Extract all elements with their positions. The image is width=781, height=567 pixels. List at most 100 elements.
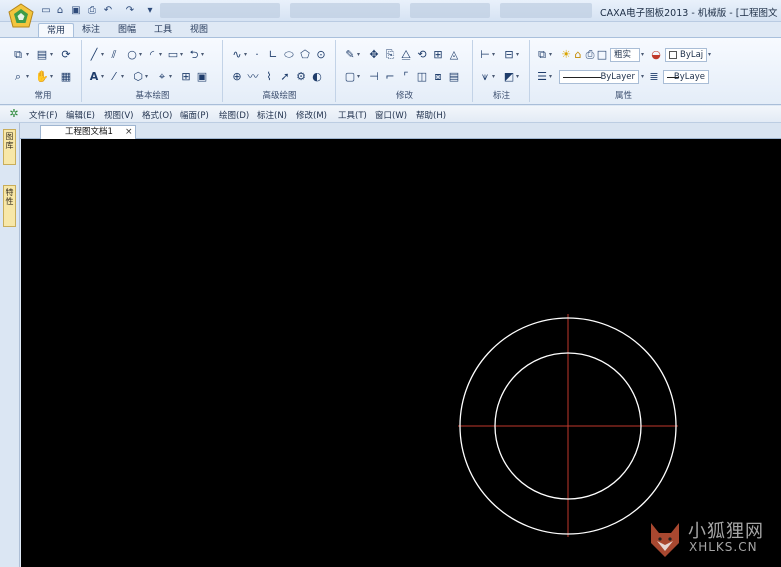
rotate-icon[interactable]: ⟲ — [415, 48, 429, 62]
copy-clip-icon[interactable]: ⧉ — [11, 48, 25, 62]
scale-icon[interactable]: ◬ — [447, 48, 461, 62]
ellipse-icon[interactable]: ⬭ — [282, 48, 296, 62]
color-combo[interactable]: ByLaj — [665, 48, 707, 62]
line-icon[interactable]: ╱ — [87, 48, 101, 62]
spline-icon[interactable]: ∿ — [230, 48, 244, 62]
hole-icon[interactable]: ⊕ — [230, 70, 244, 84]
drawing-canvas[interactable] — [21, 139, 781, 567]
image-icon[interactable]: ▣ — [195, 70, 209, 84]
linetype-icon[interactable]: ☰ — [535, 70, 549, 84]
save-icon[interactable]: ▣ — [70, 4, 82, 17]
document-tab[interactable]: 工程图文档1 × — [40, 125, 136, 139]
menu-modify[interactable]: 修改(M) — [296, 109, 327, 121]
blurred-region — [410, 3, 490, 18]
menu-help[interactable]: 帮助(H) — [416, 109, 446, 121]
refresh-icon[interactable]: ⟳ — [59, 48, 73, 62]
menu-file[interactable]: 文件(F) — [29, 109, 58, 121]
paste-icon[interactable]: ▤ — [35, 48, 49, 62]
tab-sheet[interactable]: 图幅 — [110, 23, 144, 38]
trim-icon[interactable]: ▢ — [343, 70, 357, 84]
window-title: CAXA电子图板2013 - 机械版 - [工程图文 — [600, 8, 778, 19]
menu-sheet[interactable]: 幅面(P) — [180, 109, 209, 121]
sidetab-library[interactable]: 图库 — [3, 129, 16, 165]
fox-logo-icon — [651, 523, 679, 557]
circle-icon[interactable]: ○ — [125, 48, 139, 62]
explode-icon[interactable]: ⧈ — [431, 70, 445, 84]
tolerance-icon[interactable]: ⊟ — [502, 48, 516, 62]
caxa-menu-icon[interactable]: ✲ — [7, 107, 21, 121]
centerline-icon[interactable]: ⁄ — [107, 70, 121, 84]
linewidth-sample — [667, 77, 679, 78]
group-properties: ⧉ ▾ ☀ ⌂ ⎙ □ 粗实 ▾ ◒ ByLaj ▾ ☰ ▾ ByLayer ▾ ≣… — [531, 40, 716, 102]
blurred-region — [160, 3, 280, 18]
layer-icon[interactable]: ⧉ — [535, 48, 549, 62]
array-icon[interactable]: ⊞ — [431, 48, 445, 62]
point-icon[interactable]: · — [250, 48, 264, 62]
caxa-logo-icon[interactable] — [7, 2, 35, 30]
tab-common[interactable]: 常用 — [38, 23, 75, 38]
tab-tools[interactable]: 工具 — [146, 23, 180, 38]
linewidth-icon[interactable]: ≣ — [647, 70, 661, 84]
tab-annotate[interactable]: 标注 — [74, 23, 108, 38]
group-common: ⧉ ▾ ▤ ▾ ⟳ ⌕ ▾ ✋ ▾ ▦ 常用 — [5, 40, 82, 102]
polyline-icon[interactable]: ⮌ — [187, 48, 201, 62]
formula-curve-icon[interactable]: ◐ — [310, 70, 324, 84]
open-folder-icon[interactable]: ⌂ — [54, 4, 66, 17]
text-icon[interactable]: A — [87, 70, 101, 84]
mirror-icon[interactable]: ⧋ — [399, 48, 413, 62]
ribbon: ⧉ ▾ ▤ ▾ ⟳ ⌕ ▾ ✋ ▾ ▦ 常用 ╱ ▾ ⫽ ○ ▾ ◜ ▾ ▭ ▾ ⮌ ▾ A ▾ ⁄… — [0, 37, 781, 105]
zoom-icon[interactable]: ⌕ — [11, 70, 25, 84]
grid-point-icon[interactable]: ⊞ — [179, 70, 193, 84]
extend-icon[interactable]: ⊣ — [367, 70, 381, 84]
redo-icon[interactable]: ↷ — [124, 4, 136, 17]
fillet-icon[interactable]: ⌜ — [399, 70, 413, 84]
undo-icon[interactable]: ↶ — [102, 4, 114, 17]
break-icon[interactable]: ⌐ — [383, 70, 397, 84]
close-icon[interactable]: × — [125, 126, 133, 138]
group-label: 基本绘图 — [135, 91, 170, 101]
menu-view[interactable]: 视图(V) — [104, 109, 133, 121]
tab-view[interactable]: 视图 — [182, 23, 216, 38]
move-icon[interactable]: ✥ — [367, 48, 381, 62]
arrow-icon[interactable]: ➚ — [278, 70, 292, 84]
layer-manager-icon[interactable]: ▦ — [59, 70, 73, 84]
arc-icon[interactable]: ◜ — [145, 48, 159, 62]
copy-icon[interactable]: ⎘ — [383, 48, 397, 62]
leader-icon[interactable]: ◩ — [502, 70, 516, 84]
layer-color-icon[interactable]: □ — [595, 48, 609, 62]
rectangle-icon[interactable]: ▭ — [166, 48, 180, 62]
dimension-icon[interactable]: ⊢ — [478, 48, 492, 62]
delete-icon[interactable]: ✎ — [343, 48, 357, 62]
side-panel: 图库 特性 — [0, 123, 20, 567]
offset-icon[interactable]: ▤ — [447, 70, 461, 84]
linetype-combo[interactable]: ByLayer — [559, 70, 639, 84]
wave-line-icon[interactable]: 〰 — [246, 70, 260, 84]
watermark-subtitle: XHLKS.CN — [689, 540, 758, 554]
menu-draw[interactable]: 绘图(D) — [219, 109, 249, 121]
break-line-icon[interactable]: ⌇ — [262, 70, 276, 84]
menu-annotate[interactable]: 标注(N) — [257, 109, 287, 121]
menu-tools[interactable]: 工具(T) — [338, 109, 367, 121]
menu-window[interactable]: 窗口(W) — [375, 109, 407, 121]
print-icon[interactable]: ⎙ — [86, 4, 98, 17]
menu-edit[interactable]: 编辑(E) — [66, 109, 95, 121]
hatch-icon[interactable]: ⬡ — [131, 70, 145, 84]
parallel-line-icon[interactable]: ⫽ — [107, 48, 121, 62]
chamfer-icon[interactable]: ◫ — [415, 70, 429, 84]
block-insert-icon[interactable]: ⌖ — [155, 70, 169, 84]
polygon-icon[interactable]: ⬠ — [298, 48, 312, 62]
customize-icon[interactable]: ▾ — [144, 4, 156, 17]
group-advanced-draw: ∿ ▾ · ∟ ⬭ ⬠ ⊙ ⊕ 〰 ⌇ ➚ ⚙ ◐ 高级绘图 — [224, 40, 336, 102]
new-file-icon[interactable]: ▭ — [40, 4, 52, 17]
menu-format[interactable]: 格式(O) — [142, 109, 172, 121]
pan-icon[interactable]: ✋ — [35, 70, 49, 84]
gear-profile-icon[interactable]: ⚙ — [294, 70, 308, 84]
layer-combo[interactable]: 粗实 — [610, 48, 640, 62]
linewidth-combo[interactable]: ByLaye — [663, 70, 709, 84]
centermark-icon[interactable]: ⊙ — [314, 48, 328, 62]
color-wheel-icon[interactable]: ◒ — [649, 48, 663, 62]
watermark: 小狐狸网 XHLKS.CN — [645, 515, 775, 563]
roughness-icon[interactable]: ⩛ — [478, 70, 492, 84]
sidetab-properties[interactable]: 特性 — [3, 185, 16, 227]
angle-line-icon[interactable]: ∟ — [266, 48, 280, 62]
